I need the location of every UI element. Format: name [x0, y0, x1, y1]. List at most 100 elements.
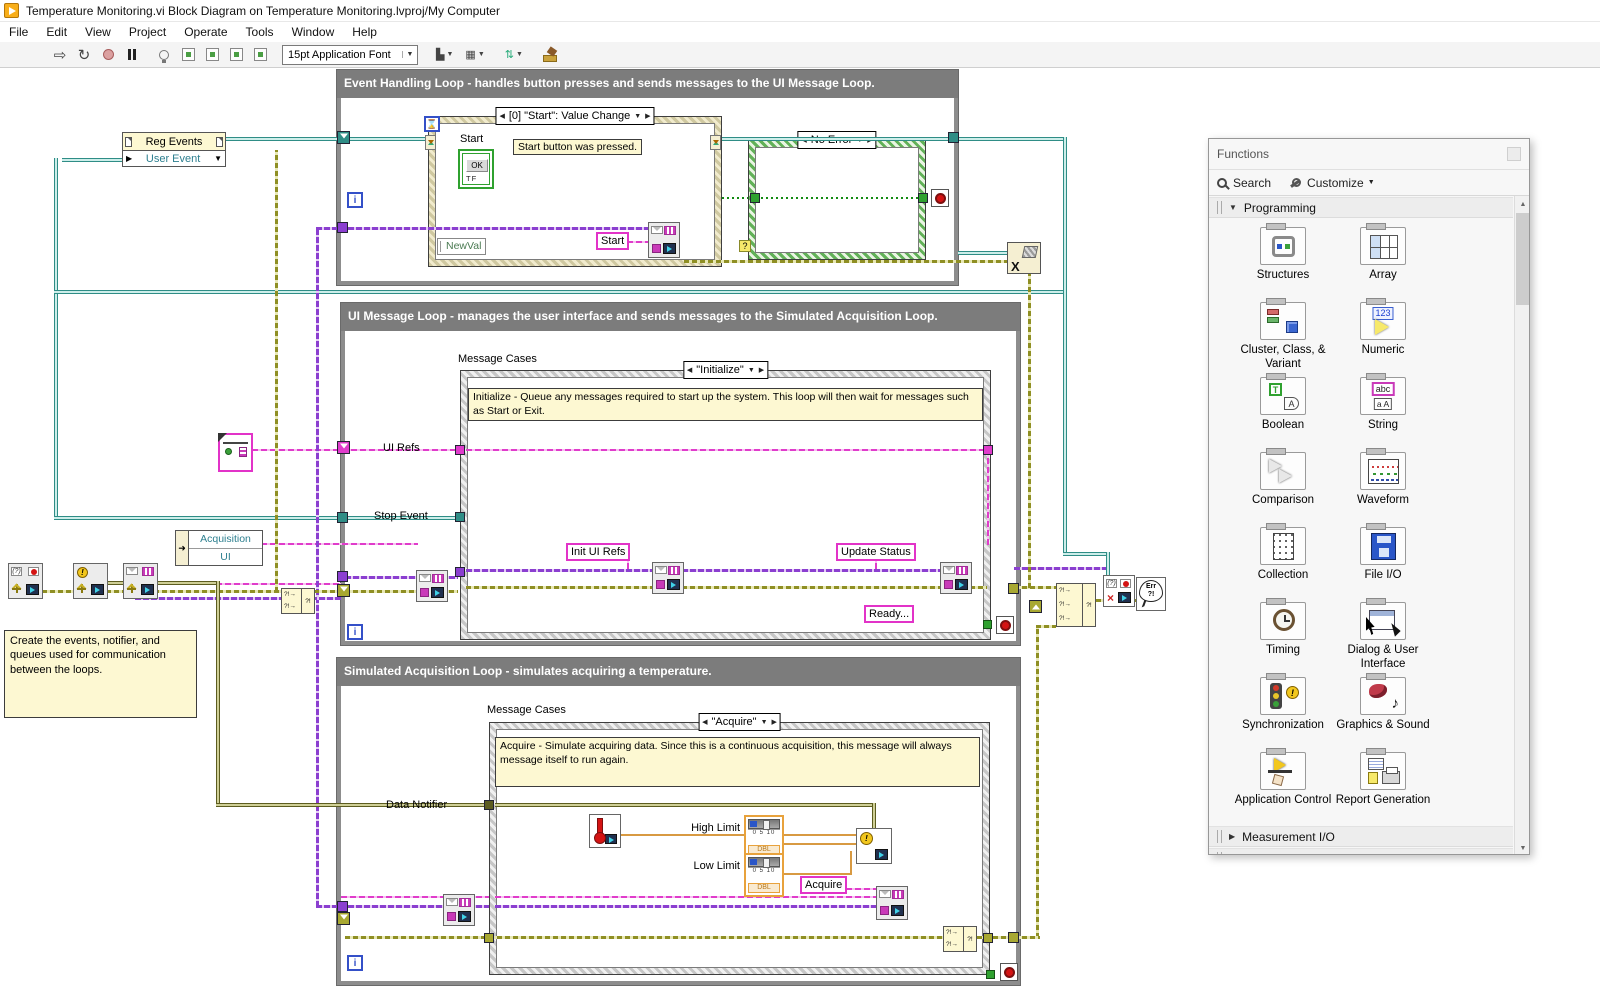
- start-string-constant[interactable]: Start: [596, 232, 629, 250]
- wire-ui-refs[interactable]: [252, 449, 458, 451]
- wire-error[interactable]: [1028, 260, 1031, 588]
- menu-window[interactable]: Window: [283, 22, 344, 42]
- wire-queue-refnum[interactable]: [466, 569, 944, 572]
- merge-errors-node[interactable]: ?!→?!→?!→ ?!: [1056, 583, 1096, 627]
- unwired-tunnel-question[interactable]: ?: [739, 240, 751, 252]
- low-limit-slider-terminal[interactable]: 0 5 10 DBL: [744, 853, 784, 897]
- palette-scrollbar[interactable]: ▲ ▼: [1514, 196, 1530, 855]
- tunnel[interactable]: [750, 193, 760, 203]
- wire-error[interactable]: [466, 586, 987, 589]
- palette-item-boolean[interactable]: TA Boolean: [1231, 377, 1335, 432]
- wire-user-event-refnum[interactable]: [316, 227, 650, 230]
- tunnel[interactable]: [986, 970, 995, 979]
- dynamic-event-terminal[interactable]: [710, 135, 721, 150]
- palette-item-numeric[interactable]: 123 Numeric: [1331, 302, 1435, 357]
- palette-item-report-generation[interactable]: Report Generation: [1331, 752, 1435, 807]
- step-over-button[interactable]: [226, 45, 246, 65]
- send-notification-vi-icon[interactable]: [856, 828, 892, 864]
- newval-event-data-node[interactable]: NewVal: [437, 238, 486, 255]
- menu-project[interactable]: Project: [120, 22, 175, 42]
- simple-error-handler-icon[interactable]: Err ?!: [1136, 577, 1166, 611]
- create-notifier-vi-icon[interactable]: [73, 563, 108, 599]
- tunnel[interactable]: [337, 584, 350, 597]
- tunnel[interactable]: [983, 620, 992, 629]
- timeout-terminal[interactable]: ⌛: [424, 116, 440, 132]
- tunnel[interactable]: [918, 193, 928, 203]
- dynamic-event-terminal[interactable]: [425, 135, 436, 150]
- loop-stop-terminal[interactable]: [996, 616, 1014, 634]
- tunnel[interactable]: [484, 800, 494, 810]
- wire-event-reg[interactable]: [225, 137, 337, 141]
- unregister-events-icon[interactable]: X: [1007, 242, 1041, 274]
- menu-view[interactable]: View: [76, 22, 120, 42]
- enqueue-message-vi-icon[interactable]: [876, 886, 908, 920]
- menu-help[interactable]: Help: [343, 22, 386, 42]
- palette-item-cluster[interactable]: Cluster, Class, & Variant: [1231, 302, 1335, 372]
- abort-button[interactable]: [98, 45, 118, 65]
- tunnel[interactable]: [337, 912, 350, 925]
- acquisition-ui-cluster-constant[interactable]: ➜ Acquisition UI: [175, 530, 263, 566]
- reg-events-user-event-row[interactable]: ▶ User Event ▼: [123, 151, 225, 166]
- enqueue-message-vi-icon[interactable]: [652, 562, 684, 594]
- palette-item-collection[interactable]: Collection: [1231, 527, 1335, 582]
- menu-operate[interactable]: Operate: [175, 22, 236, 42]
- wire-error[interactable]: [1014, 586, 1060, 589]
- arrow-left-icon[interactable]: ◀: [687, 366, 692, 374]
- tunnel[interactable]: [337, 441, 350, 454]
- arrow-right-icon[interactable]: ▶: [645, 112, 650, 120]
- wire-error[interactable]: [1036, 625, 1056, 628]
- wire-queue-refnum[interactable]: [495, 905, 878, 908]
- tunnel[interactable]: [455, 567, 465, 577]
- wire-error[interactable]: [275, 150, 278, 592]
- reorder-dropdown[interactable]: ⇅▼: [501, 45, 527, 65]
- wire-event-reg[interactable]: [1106, 552, 1110, 577]
- distribute-objects-dropdown[interactable]: ▦▼: [461, 45, 488, 65]
- palette-item-comparison[interactable]: Comparison: [1231, 452, 1335, 507]
- palette-item-fileio[interactable]: File I/O: [1331, 527, 1435, 582]
- wire-numeric[interactable]: [783, 873, 852, 875]
- arrow-left-icon[interactable]: ◀: [702, 718, 707, 726]
- wire-event-reg[interactable]: [722, 137, 958, 141]
- scroll-down-button[interactable]: ▼: [1515, 840, 1530, 855]
- loop-stop-terminal[interactable]: [931, 189, 949, 207]
- palette-item-timing[interactable]: Timing: [1231, 602, 1335, 657]
- step-into-button[interactable]: [202, 45, 222, 65]
- menu-tools[interactable]: Tools: [237, 22, 283, 42]
- loop-stop-terminal[interactable]: [1000, 963, 1018, 981]
- acquire-case-comment[interactable]: Acquire - Simulate acquiring data. Since…: [495, 737, 980, 787]
- no-error-case-structure[interactable]: ◀ No Error ▼ ▶: [748, 140, 926, 260]
- palette-item-waveform[interactable]: Waveform: [1331, 452, 1435, 507]
- wire-event-reg[interactable]: [958, 137, 1065, 141]
- arrow-left-icon[interactable]: ◀: [499, 112, 504, 120]
- free-label-comment[interactable]: Create the events, notifier, and queues …: [4, 630, 197, 718]
- tunnel[interactable]: [484, 933, 494, 943]
- palette-item-graphics-sound[interactable]: ♪ Graphics & Sound: [1331, 677, 1435, 732]
- tunnel[interactable]: [337, 512, 348, 523]
- scroll-up-button[interactable]: ▲: [1515, 196, 1530, 212]
- tunnel[interactable]: [337, 901, 348, 912]
- wire-user-event[interactable]: [54, 158, 58, 520]
- initialize-case-comment[interactable]: Initialize - Queue any messages required…: [468, 388, 983, 421]
- dequeue-message-vi-icon[interactable]: [416, 570, 448, 602]
- highlight-execution-button[interactable]: [154, 45, 174, 65]
- step-out-button[interactable]: [250, 45, 270, 65]
- wire-user-event[interactable]: [54, 290, 1065, 294]
- scrollbar-thumb[interactable]: [1516, 213, 1530, 305]
- section-programming[interactable]: ▼ Programming: [1209, 197, 1513, 218]
- tunnel[interactable]: [337, 131, 350, 144]
- menu-edit[interactable]: Edit: [37, 22, 76, 42]
- start-button-terminal[interactable]: OK TF: [458, 149, 494, 189]
- palette-item-dialog-ui[interactable]: Dialog & User Interface: [1331, 602, 1435, 672]
- wire-event-reg[interactable]: [1063, 137, 1067, 556]
- wire-user-event[interactable]: [62, 158, 122, 162]
- tunnel[interactable]: [1029, 600, 1042, 613]
- chevron-down-icon[interactable]: ▼: [634, 113, 641, 120]
- search-button[interactable]: Search: [1233, 176, 1271, 190]
- palette-item-string[interactable]: abca A String: [1331, 377, 1435, 432]
- tunnel[interactable]: [983, 445, 993, 455]
- iteration-terminal[interactable]: i: [347, 624, 363, 640]
- wire-error-status[interactable]: [756, 197, 928, 199]
- chevron-down-icon[interactable]: ▼: [214, 154, 222, 163]
- palette-item-application-control[interactable]: Application Control: [1231, 752, 1335, 807]
- ready-string-constant[interactable]: Ready...: [864, 605, 914, 623]
